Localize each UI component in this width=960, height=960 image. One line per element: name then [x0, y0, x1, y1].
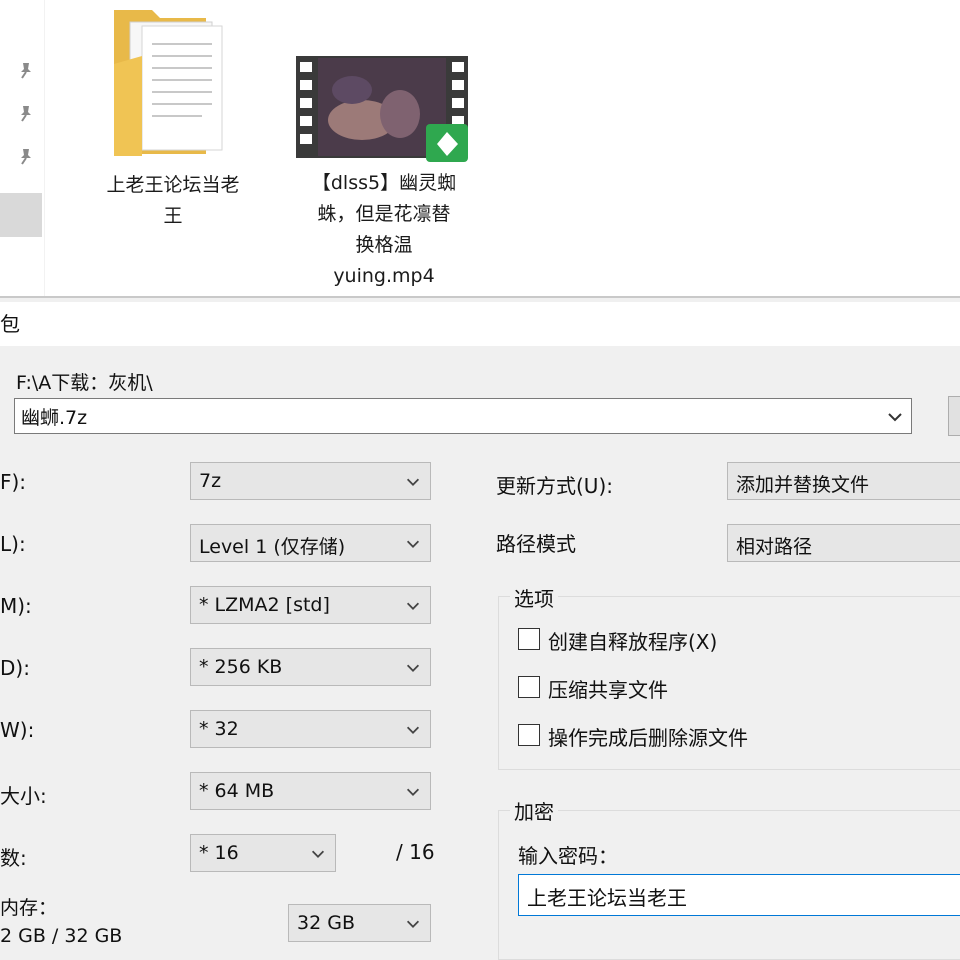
solid-block-label: 大小: [0, 784, 47, 808]
archive-name-value[interactable]: 幽蛳.7z [21, 403, 87, 430]
memory-usage: 内存： 2 GB / 32 GB [0, 894, 122, 950]
add-to-archive-dialog: 包 F:\A下载：灰机\ 幽蛳.7z F): 7z L): Level 1 (仅… [0, 296, 960, 960]
navigation-pane [0, 0, 45, 296]
encryption-group-title: 加密 [510, 796, 558, 825]
cpu-threads-value: * 16 [199, 842, 239, 864]
compression-method-value: * LZMA2 [std] [199, 594, 330, 616]
memory-label: 内存： [0, 897, 58, 919]
dialog-title: 包 [0, 302, 960, 346]
method-label: M): [0, 594, 32, 618]
archive-path-label: F:\A下载：灰机\ [16, 372, 153, 394]
compression-level-select[interactable]: Level 1 (仅存储) [190, 524, 431, 562]
dictionary-size-value: * 256 KB [199, 656, 283, 678]
path-mode-label: 路径模式 [496, 532, 576, 556]
password-label: 输入密码： [518, 844, 618, 868]
folder-icon [114, 10, 223, 156]
archive-name-combobox[interactable]: 幽蛳.7z [14, 398, 912, 434]
level-label: L): [0, 532, 26, 556]
chevron-down-icon [406, 664, 420, 672]
nav-selected-item[interactable] [0, 193, 42, 237]
compression-method-select[interactable]: * LZMA2 [std] [190, 586, 431, 624]
pin-icon[interactable] [16, 60, 36, 80]
file-explorer-view: 上老王论坛当老 王 【dlss5】幽灵蜘 蛛，但是花凛替 换格温 yuing.m… [0, 0, 960, 296]
chevron-down-icon [406, 920, 420, 928]
dictionary-size-select[interactable]: * 256 KB [190, 648, 431, 686]
memory-limit-select[interactable]: 32 GB [288, 904, 431, 942]
checkbox-label: 创建自释放程序(X) [548, 630, 718, 654]
folder-name: 上老王论坛当老 王 [106, 174, 240, 227]
file-item-folder[interactable]: 上老王论坛当老 王 [90, 4, 256, 232]
checkbox-box[interactable] [518, 628, 540, 650]
path-mode-value: 相对路径 [736, 536, 813, 558]
chevron-down-icon[interactable] [885, 407, 905, 427]
pin-icon[interactable] [16, 146, 36, 166]
browse-button[interactable] [948, 396, 960, 436]
chevron-down-icon [406, 788, 420, 796]
solid-block-size-value: * 64 MB [199, 780, 275, 802]
word-size-value: * 32 [199, 718, 239, 740]
archive-format-value: 7z [199, 470, 222, 492]
file-item-video[interactable]: 【dlss5】幽灵蜘 蛛，但是花凛替 换格温 yuing.mp4 [292, 50, 476, 292]
threads-label: 数: [0, 846, 27, 870]
update-mode-label: 更新方式(U): [496, 474, 613, 498]
checkbox-box[interactable] [518, 724, 540, 746]
password-input[interactable]: 上老王论坛当老王 [518, 874, 960, 916]
chevron-down-icon [406, 478, 420, 486]
update-mode-value: 添加并替换文件 [736, 474, 870, 496]
path-mode-select[interactable]: 相对路径 [727, 524, 960, 562]
pin-icon[interactable] [16, 103, 36, 123]
chevron-down-icon [406, 540, 420, 548]
compression-level-value: Level 1 (仅存储) [199, 536, 346, 558]
memory-limit-value: 32 GB [297, 912, 355, 934]
checkbox-label: 操作完成后删除源文件 [548, 726, 748, 750]
memory-usage-value: 2 GB / 32 GB [0, 925, 123, 947]
chevron-down-icon [406, 726, 420, 734]
word-size-label: W): [0, 718, 35, 742]
checkbox-label: 压缩共享文件 [548, 678, 668, 702]
word-size-select[interactable]: * 32 [190, 710, 431, 748]
checkbox-box[interactable] [518, 676, 540, 698]
dictionary-label: D): [0, 656, 30, 680]
chevron-down-icon [311, 850, 325, 858]
archive-format-select[interactable]: 7z [190, 462, 431, 500]
format-label: F): [0, 470, 27, 494]
video-file-name: 【dlss5】幽灵蜘 蛛，但是花凛替 换格温 yuing.mp4 [311, 172, 457, 287]
password-value[interactable]: 上老王论坛当老王 [527, 882, 687, 911]
chevron-down-icon [406, 602, 420, 610]
cpu-threads-select[interactable]: * 16 [190, 834, 336, 872]
options-group-title: 选项 [510, 583, 558, 612]
solid-block-size-select[interactable]: * 64 MB [190, 772, 431, 810]
threads-max: / 16 [396, 840, 435, 864]
video-thumbnail [296, 56, 468, 162]
update-mode-select[interactable]: 添加并替换文件 [727, 462, 960, 500]
